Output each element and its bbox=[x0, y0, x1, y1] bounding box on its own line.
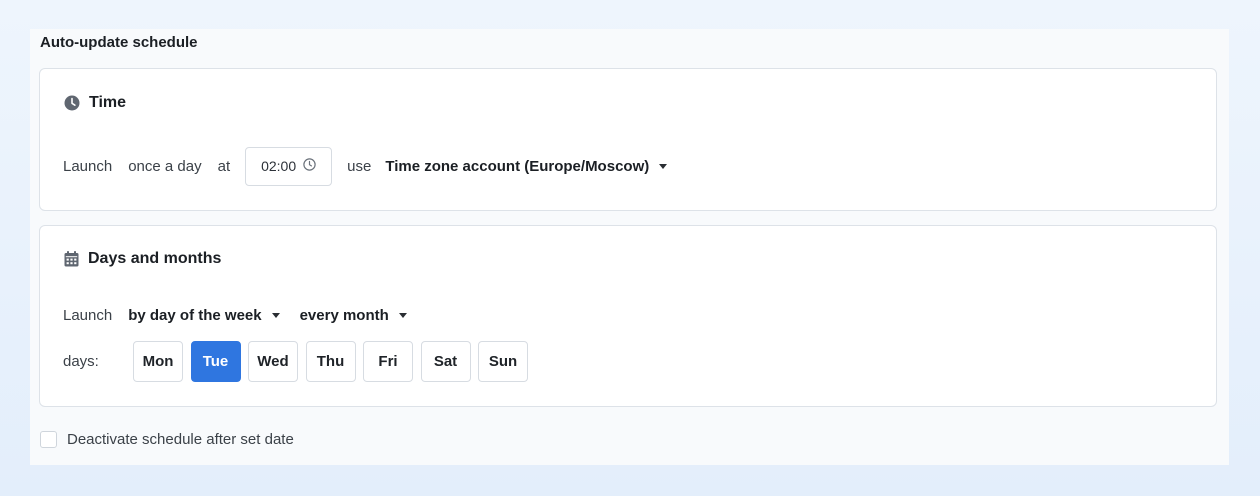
time-card-title: Time bbox=[89, 94, 127, 111]
frequency-text: once a day bbox=[128, 157, 202, 175]
deactivate-row[interactable]: Deactivate schedule after set date bbox=[40, 431, 294, 448]
day-button-mon[interactable]: Mon bbox=[133, 341, 183, 382]
days-card-header: Days and months bbox=[64, 250, 221, 268]
days-launch-row: Launch by day of the week every month bbox=[63, 305, 407, 325]
period-value: every month bbox=[299, 306, 389, 324]
clock-icon bbox=[64, 95, 80, 111]
day-button-thu[interactable]: Thu bbox=[305, 341, 356, 382]
caret-down-icon bbox=[271, 313, 280, 318]
day-button-tue[interactable]: Tue bbox=[190, 341, 241, 382]
day-button-wed[interactable]: Wed bbox=[248, 341, 298, 382]
days-row: days: Mon Tue Wed Thu Fri Sat Sun bbox=[63, 341, 536, 382]
day-button-fri[interactable]: Fri bbox=[363, 341, 413, 382]
auto-update-schedule-panel: Auto-update schedule Time Launch once a … bbox=[30, 29, 1229, 465]
time-launch-row: Launch once a day at 02:00 use Time zone… bbox=[63, 146, 668, 186]
time-card: Time Launch once a day at 02:00 use Time… bbox=[39, 68, 1217, 211]
clock-small-icon bbox=[303, 158, 316, 174]
day-button-sat[interactable]: Sat bbox=[420, 341, 471, 382]
deactivate-checkbox[interactable] bbox=[40, 431, 57, 448]
at-label: at bbox=[217, 157, 231, 175]
caret-down-icon bbox=[659, 164, 668, 169]
days-card-title: Days and months bbox=[88, 250, 222, 267]
days-label: days: bbox=[63, 353, 99, 370]
time-value: 02:00 bbox=[261, 158, 297, 174]
day-button-sun[interactable]: Sun bbox=[478, 341, 528, 382]
mode-dropdown[interactable]: by day of the week bbox=[128, 306, 280, 324]
timezone-value: Time zone account (Europe/Moscow) bbox=[385, 157, 650, 175]
caret-down-icon bbox=[398, 313, 407, 318]
time-card-header: Time bbox=[64, 94, 126, 112]
use-label: use bbox=[347, 157, 372, 175]
timezone-dropdown[interactable]: Time zone account (Europe/Moscow) bbox=[385, 157, 668, 175]
launch-label: Launch bbox=[63, 157, 113, 175]
days-months-card: Days and months Launch by day of the wee… bbox=[39, 225, 1217, 407]
time-input[interactable]: 02:00 bbox=[245, 146, 333, 186]
mode-value: by day of the week bbox=[128, 306, 262, 324]
deactivate-label: Deactivate schedule after set date bbox=[67, 431, 294, 448]
calendar-icon bbox=[64, 251, 79, 267]
section-title: Auto-update schedule bbox=[40, 34, 198, 51]
launch-label: Launch bbox=[63, 306, 113, 324]
period-dropdown[interactable]: every month bbox=[300, 307, 407, 324]
